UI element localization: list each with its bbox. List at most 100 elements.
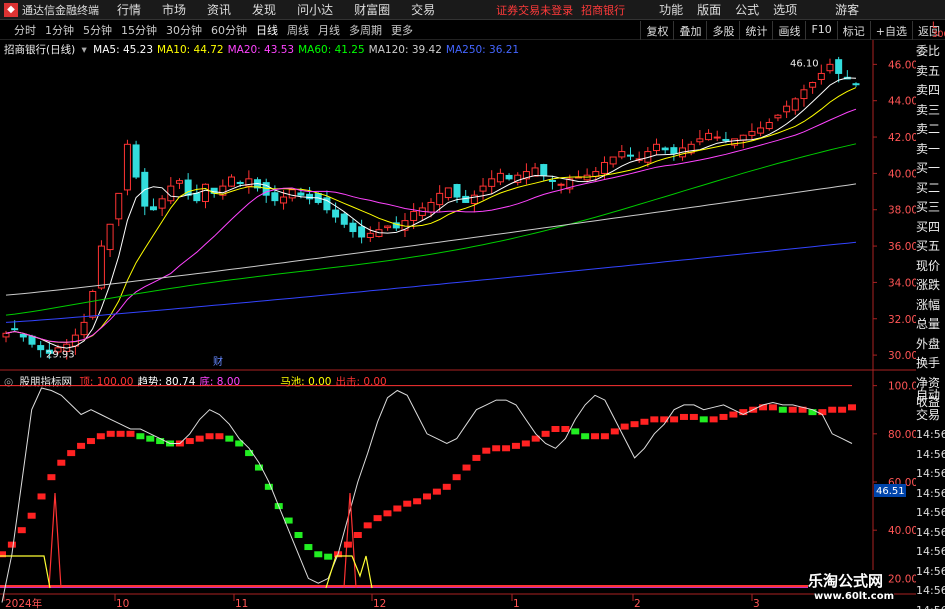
trend-block-45 xyxy=(442,483,451,490)
app-title: 通达信金融终端 xyxy=(22,3,99,17)
xtick-label-1: 10 xyxy=(116,598,129,609)
menu-bar: ◆ 通达信金融终端 行情 市场 资讯 发现 问小达 财富圈 交易 证券交易未登录… xyxy=(0,0,945,20)
candle-body-62 xyxy=(540,164,548,176)
candle-body-81 xyxy=(705,132,713,141)
side-label-9[interactable]: 买四 xyxy=(916,218,945,238)
candle-body-42 xyxy=(366,232,374,238)
side-label-16[interactable]: 换手 xyxy=(916,354,945,374)
menu-layout[interactable]: 版面 xyxy=(697,1,721,18)
tool-multi-stock[interactable]: 多股 xyxy=(706,21,739,40)
side-label-14[interactable]: 总量 xyxy=(916,315,945,335)
side-label-5[interactable]: 卖一 xyxy=(916,140,945,160)
candle-body-80 xyxy=(696,138,704,143)
menu-market[interactable]: 市场 xyxy=(162,1,186,18)
candle-body-10 xyxy=(89,290,97,318)
ind-ytick-label-3: 40.00 xyxy=(888,525,916,537)
candle-body-1 xyxy=(11,328,19,331)
menu-discover[interactable]: 发现 xyxy=(252,1,276,18)
tool-f10[interactable]: F10 xyxy=(805,21,836,40)
side-label-13[interactable]: 涨幅 xyxy=(916,296,945,316)
side-label-12[interactable]: 涨跌 xyxy=(916,276,945,296)
candle-body-94 xyxy=(817,72,825,80)
candle-body-76 xyxy=(661,147,669,151)
side-label-1[interactable]: 卖五 xyxy=(916,62,945,82)
xtick-label-4: 1 xyxy=(513,598,520,609)
menu-wealth[interactable]: 财富圈 xyxy=(354,1,390,18)
candle-body-86 xyxy=(748,131,756,136)
candle-body-41 xyxy=(358,226,366,238)
trade-time-1: 14:56 xyxy=(916,447,945,461)
trend-block-66 xyxy=(650,416,659,423)
trend-block-72 xyxy=(709,416,718,423)
menu-news[interactable]: 资讯 xyxy=(207,1,231,18)
trend-block-51 xyxy=(502,445,511,452)
candle-body-39 xyxy=(340,213,348,225)
menu-options[interactable]: 选项 xyxy=(773,1,797,18)
side-label-11[interactable]: 现价 xyxy=(916,257,945,277)
menu-market-quotes[interactable]: 行情 xyxy=(117,1,141,18)
tool-draw-line[interactable]: 画线 xyxy=(772,21,805,40)
trade-time-7: 14:56 xyxy=(916,564,945,578)
side-label-4[interactable]: 卖二 xyxy=(916,120,945,140)
side-label-0[interactable]: 委比 xyxy=(916,42,945,62)
side-lower-label-1[interactable]: 交易 xyxy=(916,406,945,426)
tool-mark[interactable]: 标记 xyxy=(836,21,870,40)
trade-time-0: 14:56 xyxy=(916,428,945,441)
period-multi[interactable]: 多周期 xyxy=(349,22,382,38)
trend-block-11 xyxy=(106,430,115,437)
watermark-url: www.60lt.com xyxy=(814,591,895,602)
trend-block-21 xyxy=(205,433,214,440)
side-label-2[interactable]: 卖四 xyxy=(916,81,945,101)
trend-block-74 xyxy=(729,411,738,418)
main-ytick-label-7: 32.00 xyxy=(888,314,916,326)
menu-formula[interactable]: 公式 xyxy=(735,1,759,18)
period-monthly[interactable]: 月线 xyxy=(318,22,340,38)
candle-body-57 xyxy=(496,172,504,183)
spike-mid xyxy=(343,492,357,589)
side-label-10[interactable]: 买五 xyxy=(916,237,945,257)
menu-ask[interactable]: 问小达 xyxy=(297,1,333,18)
menu-trade[interactable]: 交易 xyxy=(411,1,435,18)
tool-adjust[interactable]: 复权 xyxy=(640,21,673,40)
period-daily[interactable]: 日线 xyxy=(256,22,278,38)
period-weekly[interactable]: 周线 xyxy=(287,22,309,38)
tool-overlay[interactable]: 叠加 xyxy=(673,21,706,40)
candle-body-15 xyxy=(132,144,140,178)
trade-time-3: 14:56 xyxy=(916,486,945,500)
side-label-15[interactable]: 外盘 xyxy=(916,335,945,355)
candle-body-56 xyxy=(488,178,496,187)
tool-stats[interactable]: 统计 xyxy=(739,21,772,40)
xtick-label-2: 11 xyxy=(235,598,248,609)
trade-time-4: 14:56 xyxy=(916,506,945,519)
candle-body-31 xyxy=(271,192,279,202)
trend-block-42 xyxy=(413,498,422,505)
corner-label: L 300 xyxy=(932,21,945,40)
period-15min[interactable]: 15分钟 xyxy=(121,22,157,38)
side-label-7[interactable]: 买二 xyxy=(916,179,945,199)
main-ytick-label-0: 46.00 xyxy=(888,59,916,71)
candle-body-83 xyxy=(722,138,730,142)
period-intraday[interactable]: 分时 xyxy=(14,22,36,38)
period-60min[interactable]: 60分钟 xyxy=(211,22,247,38)
tool-add-watchlist[interactable]: +自选 xyxy=(869,21,912,40)
guest-label[interactable]: 游客 xyxy=(835,1,859,18)
trend-block-14 xyxy=(136,433,145,440)
menu-function[interactable]: 功能 xyxy=(659,1,683,18)
side-label-3[interactable]: 卖三 xyxy=(916,101,945,121)
side-label-8[interactable]: 买三 xyxy=(916,198,945,218)
candle-body-27 xyxy=(236,181,244,184)
period-1min[interactable]: 1分钟 xyxy=(45,22,74,38)
candle-body-35 xyxy=(306,193,314,200)
period-more[interactable]: 更多 xyxy=(391,22,413,38)
trend-block-39 xyxy=(383,510,392,517)
side-lower-label-0[interactable]: 自动 xyxy=(916,386,945,406)
side-label-6[interactable]: 买一 xyxy=(916,159,945,179)
candle-body-98 xyxy=(852,83,860,86)
trade-time-6: 14:56 xyxy=(916,545,945,558)
trend-block-37 xyxy=(363,522,372,529)
period-5min[interactable]: 5分钟 xyxy=(83,22,112,38)
trend-block-84 xyxy=(828,406,837,413)
login-warning[interactable]: 证券交易未登录 xyxy=(496,2,573,18)
period-30min[interactable]: 30分钟 xyxy=(166,22,202,38)
trend-block-50 xyxy=(492,445,501,452)
